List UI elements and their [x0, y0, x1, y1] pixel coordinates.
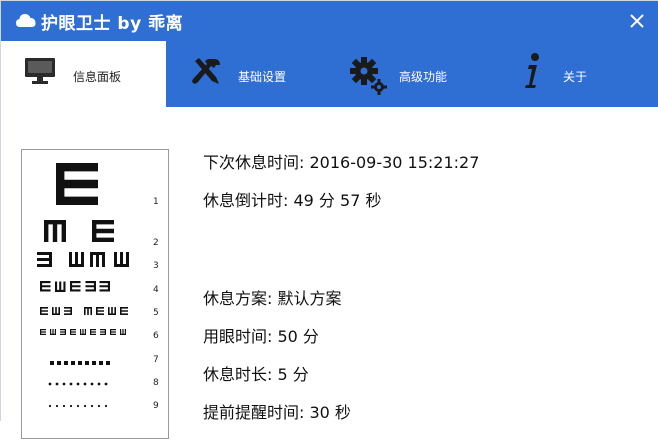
tab-info-panel[interactable]: 信息面板: [1, 41, 166, 107]
advance-reminder-time: 提前提醒时间: 30 秒: [203, 403, 351, 422]
row-number: 9: [153, 401, 159, 411]
row-number: 8: [153, 378, 159, 388]
close-button[interactable]: [621, 5, 653, 37]
tab-basic-settings[interactable]: 基础设置: [166, 41, 321, 107]
row-number: 5: [153, 308, 159, 318]
close-icon: [630, 14, 644, 28]
eye-use-time: 用眼时间: 50 分: [203, 327, 319, 346]
row-number: 1: [153, 197, 159, 207]
row-number: 6: [153, 331, 159, 341]
rest-duration: 休息时长: 5 分: [203, 365, 309, 384]
tab-label: 信息面板: [73, 70, 122, 84]
tools-icon: [190, 55, 222, 93]
row-number: 3: [153, 261, 159, 271]
tab-bar: 信息面板 基础设置 高级功能 关于: [1, 41, 658, 107]
tab-about[interactable]: 关于: [471, 41, 658, 107]
window-title: 护眼卫士 by 乖离: [41, 14, 184, 34]
monitor-icon: [23, 55, 57, 91]
row-number: 4: [153, 285, 159, 295]
info-panel: 1 2 3 4 5 6 7 8 9 下次休息时间: 2016-09-30 15:…: [1, 107, 658, 439]
row-number: 2: [153, 238, 159, 248]
tab-label: 高级功能: [399, 70, 448, 84]
row-number: 7: [153, 355, 159, 365]
next-rest-time: 下次休息时间: 2016-09-30 15:21:27: [203, 153, 480, 172]
rest-countdown: 休息倒计时: 49 分 57 秒: [203, 191, 382, 210]
tab-label: 基础设置: [238, 70, 287, 84]
info-icon: [523, 51, 543, 95]
tab-label: 关于: [563, 70, 588, 84]
eye-chart: 1 2 3 4 5 6 7 8 9: [21, 149, 169, 439]
app-window: 护眼卫士 by 乖离 信息面板 基础设置 高级功能 关于 1 2 3 4 5 6…: [0, 0, 658, 439]
tab-advanced-features[interactable]: 高级功能: [321, 41, 471, 107]
title-bar[interactable]: 护眼卫士 by 乖离: [1, 1, 658, 41]
eye-chart-graphic: [37, 163, 129, 408]
cloud-icon: [15, 11, 37, 31]
rest-plan: 休息方案: 默认方案: [203, 289, 342, 308]
gears-icon: [349, 55, 387, 99]
